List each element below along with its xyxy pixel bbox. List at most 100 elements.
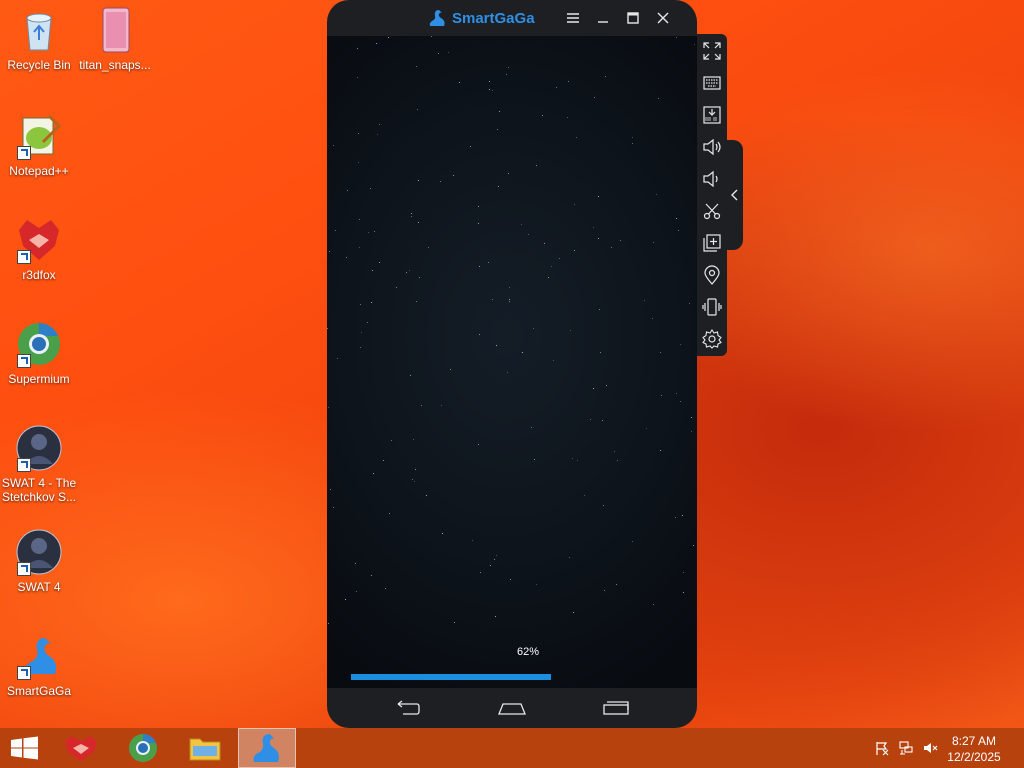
star: [508, 173, 509, 174]
android-navbar: [327, 688, 697, 728]
emulator-titlebar[interactable]: SmartGaGa: [327, 0, 697, 36]
volume-down-button[interactable]: [701, 168, 723, 190]
brand: SmartGaGa: [427, 8, 535, 28]
desktop-icon-supermium[interactable]: Supermium: [0, 320, 78, 386]
star: [478, 206, 479, 207]
star: [570, 330, 571, 331]
star: [479, 334, 480, 335]
settings-button[interactable]: [701, 328, 723, 350]
star: [694, 44, 695, 45]
volume-muted-icon: [924, 743, 938, 753]
multi-instance-button[interactable]: [701, 232, 723, 254]
back-button[interactable]: [393, 698, 423, 718]
r3dfox-icon: [65, 736, 97, 761]
volume-up-icon: [703, 138, 721, 156]
star: [374, 231, 375, 232]
star: [406, 272, 407, 273]
star: [376, 43, 377, 44]
star: [416, 301, 417, 302]
volume-up-button[interactable]: [701, 136, 723, 158]
desktop-icon-smartgaga[interactable]: SmartGaGa: [0, 632, 78, 698]
desktop-icon-notepadpp[interactable]: Notepad++: [0, 112, 78, 178]
minimize-button[interactable]: [593, 8, 613, 28]
star: [478, 444, 479, 445]
star: [333, 145, 334, 146]
screenshot-button[interactable]: [701, 200, 723, 222]
star: [551, 266, 552, 267]
shortcut-arrow-icon: [17, 458, 31, 472]
volume-button[interactable]: [922, 740, 938, 756]
taskbar-supermium[interactable]: [114, 728, 172, 768]
star: [385, 588, 386, 589]
star: [431, 36, 432, 37]
star: [489, 81, 490, 82]
recents-button[interactable]: [601, 698, 631, 718]
star: [440, 181, 441, 182]
smartgaga-swan-icon: [15, 632, 63, 680]
star: [544, 243, 545, 244]
install-apk-button[interactable]: [701, 104, 723, 126]
taskbar-r3dfox[interactable]: [52, 728, 110, 768]
multi-instance-icon: [703, 234, 721, 252]
desktop-icon-label: titan_snaps...: [79, 58, 151, 72]
star: [559, 258, 560, 259]
star: [372, 270, 373, 271]
taskbar-clock[interactable]: 8:27 AM 12/2/2025: [942, 733, 1006, 765]
shake-button[interactable]: [701, 296, 723, 318]
star: [459, 82, 460, 83]
home-button[interactable]: [497, 698, 527, 718]
star: [413, 439, 414, 440]
toolbar-collapse-tab[interactable]: [727, 140, 743, 250]
star: [360, 347, 361, 348]
desktop-icon-recycle-bin[interactable]: Recycle Bin: [0, 6, 78, 72]
screenshot-icon: [703, 203, 721, 220]
star: [604, 590, 605, 591]
desktop-icon-r3dfox[interactable]: r3dfox: [0, 216, 78, 282]
fullscreen-button[interactable]: [701, 40, 723, 62]
desktop-icon-swat4-stetchkov[interactable]: SWAT 4 - The Stetchkov S...: [0, 424, 78, 504]
shortcut-arrow-icon: [17, 354, 31, 368]
menu-button[interactable]: [563, 8, 583, 28]
star: [600, 352, 601, 353]
desktop-icon-swat4[interactable]: SWAT 4: [0, 528, 78, 594]
star: [480, 572, 481, 573]
star: [617, 460, 618, 461]
clock-date: 12/2/2025: [947, 750, 1001, 764]
star: [379, 262, 380, 263]
android-screen[interactable]: 62%: [327, 36, 697, 688]
network-button[interactable]: [898, 740, 914, 756]
star: [345, 599, 346, 600]
location-button[interactable]: [701, 264, 723, 286]
star: [396, 287, 397, 288]
start-button[interactable]: [0, 728, 58, 768]
shake-icon: [702, 298, 722, 316]
recycle-bin-icon: [15, 6, 63, 54]
star: [598, 238, 599, 239]
close-button[interactable]: [653, 8, 673, 28]
star: [379, 124, 380, 125]
star: [680, 401, 681, 402]
shortcut-arrow-icon: [17, 146, 31, 160]
star: [442, 533, 443, 534]
star: [689, 303, 690, 304]
star: [448, 52, 449, 53]
smartgaga-icon: [253, 734, 279, 762]
star: [528, 234, 529, 235]
maximize-button[interactable]: [623, 8, 643, 28]
star: [373, 473, 374, 474]
close-icon: [657, 12, 669, 24]
star: [598, 196, 599, 197]
network-icon: [899, 741, 913, 755]
star: [683, 592, 684, 593]
action-center-flag-button[interactable]: [874, 740, 890, 756]
taskbar-smartgaga[interactable]: [238, 728, 296, 768]
star: [548, 277, 549, 278]
fullscreen-icon: [703, 42, 721, 60]
star: [584, 495, 585, 496]
desktop-icon-titan-snaps[interactable]: titan_snaps...: [76, 6, 154, 72]
star: [603, 505, 604, 506]
star: [632, 541, 633, 542]
desktop-icon-label: SWAT 4 - The Stetchkov S...: [1, 476, 77, 504]
taskbar-file-explorer[interactable]: [176, 728, 234, 768]
keyboard-button[interactable]: [701, 72, 723, 94]
